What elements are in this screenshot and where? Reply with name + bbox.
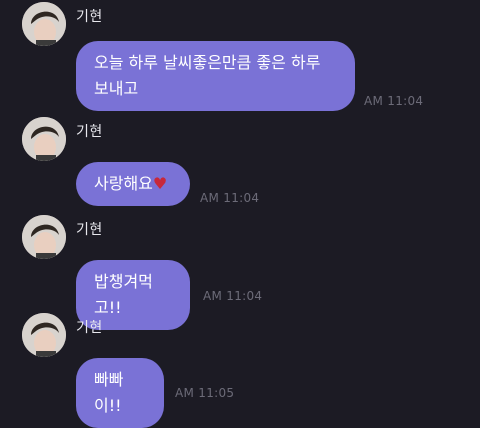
message-timestamp: AM 11:04 — [203, 289, 263, 303]
message-bubble[interactable]: 빠빠이!! — [76, 358, 164, 428]
profile-photo-icon — [22, 2, 66, 46]
sender-name: 기현 — [76, 320, 103, 336]
heart-icon: ♥ — [152, 174, 168, 193]
sender-name: 기현 — [76, 222, 103, 238]
message-timestamp: AM 11:04 — [200, 191, 260, 205]
message-timestamp: AM 11:04 — [364, 94, 424, 108]
message-bubble[interactable]: 오늘 하루 날씨좋은만큼 좋은 하루 보내고 — [76, 41, 355, 111]
avatar[interactable] — [22, 215, 66, 259]
profile-photo-icon — [22, 117, 66, 161]
message-text: 사랑해요 — [94, 174, 153, 193]
message-bubble[interactable]: 사랑해요♥ — [76, 162, 190, 206]
sender-name: 기현 — [76, 124, 103, 140]
profile-photo-icon — [22, 215, 66, 259]
profile-photo-icon — [22, 313, 66, 357]
sender-name: 기현 — [76, 9, 103, 25]
avatar[interactable] — [22, 117, 66, 161]
message-timestamp: AM 11:05 — [175, 386, 235, 400]
avatar[interactable] — [22, 313, 66, 357]
avatar[interactable] — [22, 2, 66, 46]
